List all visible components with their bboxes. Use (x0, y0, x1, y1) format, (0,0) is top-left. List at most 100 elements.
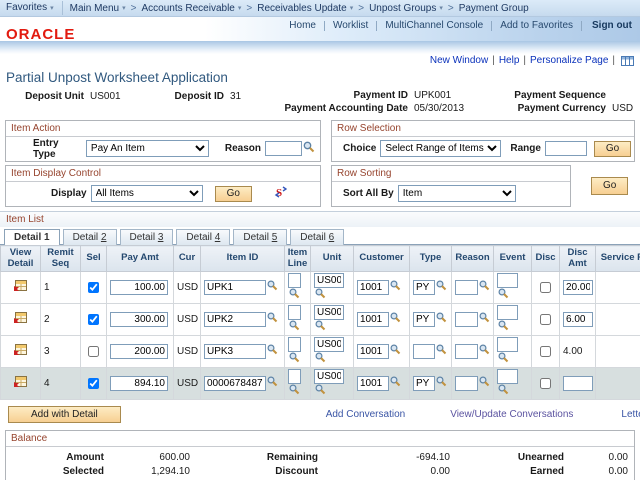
disc-amt-input[interactable] (563, 312, 593, 327)
pay-amt-input[interactable] (110, 280, 168, 295)
display-select[interactable]: All Items (91, 185, 203, 202)
header-link[interactable]: Add to Favorites (492, 20, 581, 31)
breadcrumb-item[interactable]: Payment Group (459, 3, 529, 14)
disc-amt-input[interactable] (563, 376, 593, 391)
item-id-input[interactable] (204, 312, 266, 327)
customer-lookup-icon[interactable] (390, 344, 401, 358)
type-lookup-icon[interactable] (436, 312, 447, 326)
event-lookup-icon[interactable] (498, 320, 509, 334)
tab-detail-6[interactable]: Detail 6 (290, 229, 344, 245)
item-id-input[interactable] (204, 280, 266, 295)
item-line-lookup-icon[interactable] (289, 288, 300, 302)
pagebar-link[interactable]: Personalize Page (530, 55, 608, 66)
disc-checkbox[interactable] (540, 378, 551, 389)
breadcrumb-item[interactable]: Accounts Receivable (141, 3, 234, 14)
unit-lookup-icon[interactable] (315, 320, 326, 334)
disc-checkbox[interactable] (540, 346, 551, 357)
breadcrumb-item[interactable]: Main Menu (70, 3, 119, 14)
header-link[interactable]: Worklist (325, 20, 376, 31)
unit-input[interactable] (314, 305, 344, 320)
choice-select[interactable]: Select Range of Items (380, 140, 501, 157)
customer-input[interactable] (357, 312, 389, 327)
add-conversation-link[interactable]: Add Conversation (326, 409, 406, 420)
breadcrumb-item[interactable]: Receivables Update (257, 3, 347, 14)
reason-row-input[interactable] (455, 280, 478, 295)
type-lookup-icon[interactable] (436, 280, 447, 294)
pay-amt-input[interactable] (110, 312, 168, 327)
unit-input[interactable] (314, 273, 344, 288)
customer-lookup-icon[interactable] (390, 312, 401, 326)
type-input[interactable] (413, 344, 435, 359)
event-lookup-icon[interactable] (498, 352, 509, 366)
sort-all-by-select[interactable]: Item (398, 185, 516, 202)
customer-input[interactable] (357, 280, 389, 295)
view-update-conversations-link[interactable]: View/Update Conversations (450, 409, 573, 420)
select-checkbox[interactable] (88, 346, 99, 357)
item-line-lookup-icon[interactable] (289, 320, 300, 334)
event-input[interactable] (497, 369, 518, 384)
item-line-input[interactable] (288, 273, 301, 288)
item-display-go-button[interactable]: Go (215, 186, 252, 202)
disc-amt-input[interactable] (563, 280, 593, 295)
event-input[interactable] (497, 337, 518, 352)
item-id-lookup-icon[interactable] (267, 344, 278, 358)
customer-input[interactable] (357, 344, 389, 359)
reason-lookup-icon[interactable] (479, 312, 490, 326)
item-line-lookup-icon[interactable] (289, 352, 300, 366)
row-sorting-go-button[interactable]: Go (591, 177, 628, 195)
breadcrumb-item[interactable]: Unpost Groups (369, 3, 436, 14)
reason-row-input[interactable] (455, 312, 478, 327)
item-id-input[interactable] (204, 376, 266, 391)
pagebar-link[interactable]: New Window (430, 55, 488, 66)
personalize-layout-icon[interactable] (621, 56, 634, 66)
customer-input[interactable] (357, 376, 389, 391)
tab-detail-3[interactable]: Detail 3 (120, 229, 174, 245)
view-detail-icon[interactable] (14, 316, 28, 327)
reason-lookup-icon[interactable] (479, 280, 490, 294)
select-checkbox[interactable] (88, 282, 99, 293)
type-input[interactable] (413, 312, 435, 327)
item-id-lookup-icon[interactable] (267, 312, 278, 326)
item-id-input[interactable] (204, 344, 266, 359)
customer-lookup-icon[interactable] (390, 280, 401, 294)
event-lookup-icon[interactable] (498, 288, 509, 302)
item-id-lookup-icon[interactable] (267, 280, 278, 294)
type-input[interactable] (413, 376, 435, 391)
entry-type-select[interactable]: Pay An Item (86, 140, 209, 157)
type-input[interactable] (413, 280, 435, 295)
select-checkbox[interactable] (88, 378, 99, 389)
tab-detail-2[interactable]: Detail 2 (63, 229, 117, 245)
currency-conversion-icon[interactable]: S (274, 185, 287, 202)
reason-input[interactable] (265, 141, 302, 156)
tab-detail-4[interactable]: Detail 4 (176, 229, 230, 245)
item-id-lookup-icon[interactable] (267, 376, 278, 390)
favorites-menu[interactable]: Favorites ▾ (0, 1, 63, 15)
pay-amt-input[interactable] (110, 344, 168, 359)
disc-checkbox[interactable] (540, 282, 551, 293)
event-input[interactable] (497, 305, 518, 320)
header-link[interactable]: Home (281, 20, 324, 31)
add-with-detail-button[interactable]: Add with Detail (8, 406, 121, 423)
view-detail-icon[interactable] (14, 284, 28, 295)
header-link[interactable]: MultiChannel Console (377, 20, 491, 31)
unit-lookup-icon[interactable] (315, 384, 326, 398)
tab-detail-5[interactable]: Detail 5 (233, 229, 287, 245)
customer-lookup-icon[interactable] (390, 376, 401, 390)
reason-lookup-icon[interactable] (479, 376, 490, 390)
type-lookup-icon[interactable] (436, 344, 447, 358)
unit-input[interactable] (314, 337, 344, 352)
range-input[interactable] (545, 141, 587, 156)
reason-lookup-icon[interactable] (303, 141, 315, 156)
view-detail-icon[interactable] (14, 348, 28, 359)
unit-lookup-icon[interactable] (315, 288, 326, 302)
unit-input[interactable] (314, 369, 344, 384)
item-line-lookup-icon[interactable] (289, 384, 300, 398)
reason-lookup-icon[interactable] (479, 344, 490, 358)
sign-out-link[interactable]: Sign out (582, 20, 634, 31)
view-detail-icon[interactable] (14, 380, 28, 391)
pay-amt-input[interactable] (110, 376, 168, 391)
type-lookup-icon[interactable] (436, 376, 447, 390)
event-lookup-icon[interactable] (498, 384, 509, 398)
tab-detail-1[interactable]: Detail 1 (4, 229, 60, 245)
item-line-input[interactable] (288, 337, 301, 352)
